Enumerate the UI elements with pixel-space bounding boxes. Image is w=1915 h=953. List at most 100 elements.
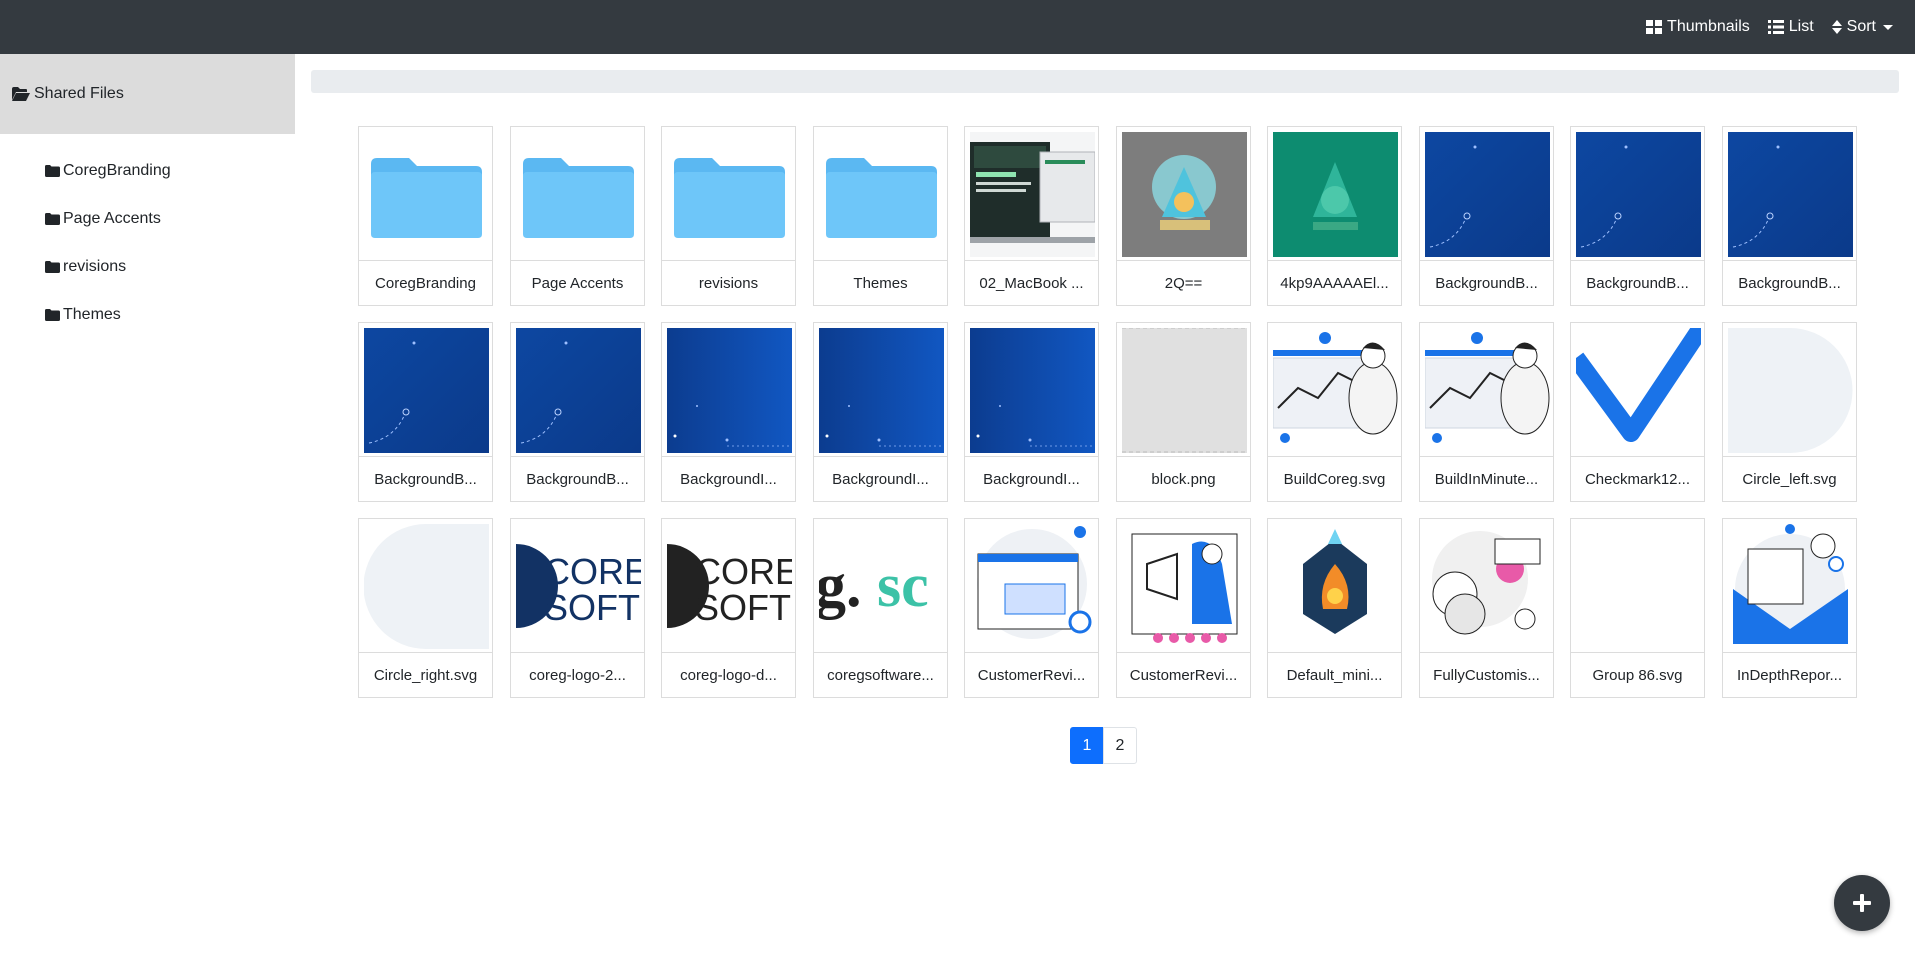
file-thumbnail (970, 524, 1095, 649)
list-label: List (1788, 18, 1814, 35)
file-tile[interactable]: 4kp9AAAAAEl... (1267, 126, 1402, 306)
folder-icon (45, 309, 60, 321)
file-tile[interactable]: Circle_right.svg (358, 518, 493, 698)
file-name: 4kp9AAAAAEl... (1268, 260, 1401, 305)
sidebar-root-shared-files[interactable]: Shared Files (0, 54, 295, 134)
file-name: Circle_left.svg (1723, 456, 1856, 501)
sidebar-item-coregbranding[interactable]: CoregBranding (0, 147, 295, 195)
file-thumbnail (970, 132, 1095, 257)
grid-icon (1646, 20, 1663, 34)
folder-tile[interactable]: CoregBranding (358, 126, 493, 306)
file-thumbnail (970, 328, 1095, 453)
upload-progress-bar (311, 70, 1899, 93)
folder-icon (45, 165, 60, 177)
file-name: FullyCustomis... (1420, 652, 1553, 697)
folder-tile[interactable]: Themes (813, 126, 948, 306)
file-thumbnail (819, 328, 944, 453)
page-1-button[interactable]: 1 (1070, 727, 1104, 764)
file-name: Circle_right.svg (359, 652, 492, 697)
file-tile[interactable]: BackgroundI... (964, 322, 1099, 502)
svg-text:SOFT: SOFT (544, 587, 640, 628)
file-thumbnail (1122, 524, 1247, 649)
thumbnails-label: Thumbnails (1667, 18, 1750, 35)
sort-dropdown[interactable]: Sort (1831, 18, 1893, 36)
sidebar-item-label: revisions (63, 258, 127, 275)
folder-icon (516, 132, 641, 257)
file-tile[interactable]: Checkmark12... (1570, 322, 1705, 502)
file-tile[interactable]: FullyCustomis... (1419, 518, 1554, 698)
file-tile[interactable]: block.png (1116, 322, 1251, 502)
sidebar-folder-list: CoregBranding Page Accents revisions Themes (0, 134, 295, 339)
sort-label: Sort (1846, 18, 1876, 35)
file-tile[interactable]: BackgroundB... (1419, 126, 1554, 306)
file-thumbnail (1425, 328, 1550, 453)
file-tile[interactable]: BackgroundB... (1570, 126, 1705, 306)
file-tile[interactable]: CORE SOFT coreg-logo-2... (510, 518, 645, 698)
folder-tile[interactable]: revisions (661, 126, 796, 306)
file-name: Checkmark12... (1571, 456, 1704, 501)
sidebar-root-label: Shared Files (34, 85, 124, 102)
thumbnails-view-button[interactable]: Thumbnails (1646, 18, 1750, 36)
file-tile[interactable]: CustomerRevi... (1116, 518, 1251, 698)
file-tile[interactable]: CORE SOFT coreg-logo-d... (661, 518, 796, 698)
folder-icon (364, 132, 489, 257)
sidebar-item-label: CoregBranding (63, 162, 171, 179)
file-tile[interactable]: InDepthRepor... (1722, 518, 1857, 698)
pagination: 12 (1070, 727, 1137, 764)
file-thumbnail (1576, 328, 1701, 453)
file-thumbnail (1728, 524, 1853, 649)
file-tile[interactable]: Circle_left.svg (1722, 322, 1857, 502)
caret-down-icon (1883, 24, 1893, 30)
file-tile[interactable]: BuildInMinute... (1419, 322, 1554, 502)
file-name: BackgroundI... (662, 456, 795, 501)
file-name: 02_MacBook ... (965, 260, 1098, 305)
add-button[interactable] (1834, 875, 1890, 931)
file-tile[interactable]: BackgroundB... (1722, 126, 1857, 306)
file-tile[interactable]: Group 86.svg (1570, 518, 1705, 698)
file-tile[interactable]: BackgroundI... (813, 322, 948, 502)
file-thumbnail (1273, 524, 1398, 649)
folder-tile[interactable]: Page Accents (510, 126, 645, 306)
file-thumbnail (1273, 132, 1398, 257)
file-thumbnail (1728, 328, 1853, 453)
file-name: BuildCoreg.svg (1268, 456, 1401, 501)
list-view-button[interactable]: List (1767, 18, 1814, 36)
file-thumbnail (1425, 132, 1550, 257)
file-name: coreg-logo-d... (662, 652, 795, 697)
sidebar-item-label: Themes (63, 306, 121, 323)
file-thumbnail: g. sc (819, 524, 944, 649)
file-name: BackgroundI... (965, 456, 1098, 501)
file-tile[interactable]: BackgroundB... (358, 322, 493, 502)
file-thumbnail (1122, 132, 1247, 257)
sort-icon (1831, 20, 1842, 34)
file-name: CustomerRevi... (965, 652, 1098, 697)
file-tile[interactable]: 2Q== (1116, 126, 1251, 306)
file-thumbnail (667, 328, 792, 453)
file-name: BackgroundB... (511, 456, 644, 501)
list-icon (1767, 20, 1784, 34)
folder-icon (45, 213, 60, 225)
file-name: CustomerRevi... (1117, 652, 1250, 697)
file-tile[interactable]: BackgroundI... (661, 322, 796, 502)
file-tile[interactable]: Default_mini... (1267, 518, 1402, 698)
file-tile[interactable]: CustomerRevi... (964, 518, 1099, 698)
file-tile[interactable]: BackgroundB... (510, 322, 645, 502)
sidebar: Shared Files CoregBranding Page Accents re… (0, 54, 295, 953)
svg-text:SOFT: SOFT (695, 587, 791, 628)
file-name: BackgroundI... (814, 456, 947, 501)
file-name: BackgroundB... (1420, 260, 1553, 305)
top-navbar: Thumbnails List Sort (0, 0, 1915, 54)
file-tile[interactable]: BuildCoreg.svg (1267, 322, 1402, 502)
file-thumbnail (1425, 524, 1550, 649)
page-2-button[interactable]: 2 (1103, 727, 1137, 764)
svg-text:CORE: CORE (695, 551, 792, 592)
file-tile[interactable]: g. sc coregsoftware... (813, 518, 948, 698)
file-thumbnail (1728, 132, 1853, 257)
sidebar-item-page-accents[interactable]: Page Accents (0, 195, 295, 243)
sidebar-item-revisions[interactable]: revisions (0, 243, 295, 291)
file-thumbnail (516, 328, 641, 453)
file-tile[interactable]: 02_MacBook ... (964, 126, 1099, 306)
file-thumbnail (1576, 132, 1701, 257)
sidebar-item-themes[interactable]: Themes (0, 291, 295, 339)
file-thumbnail (364, 524, 489, 649)
